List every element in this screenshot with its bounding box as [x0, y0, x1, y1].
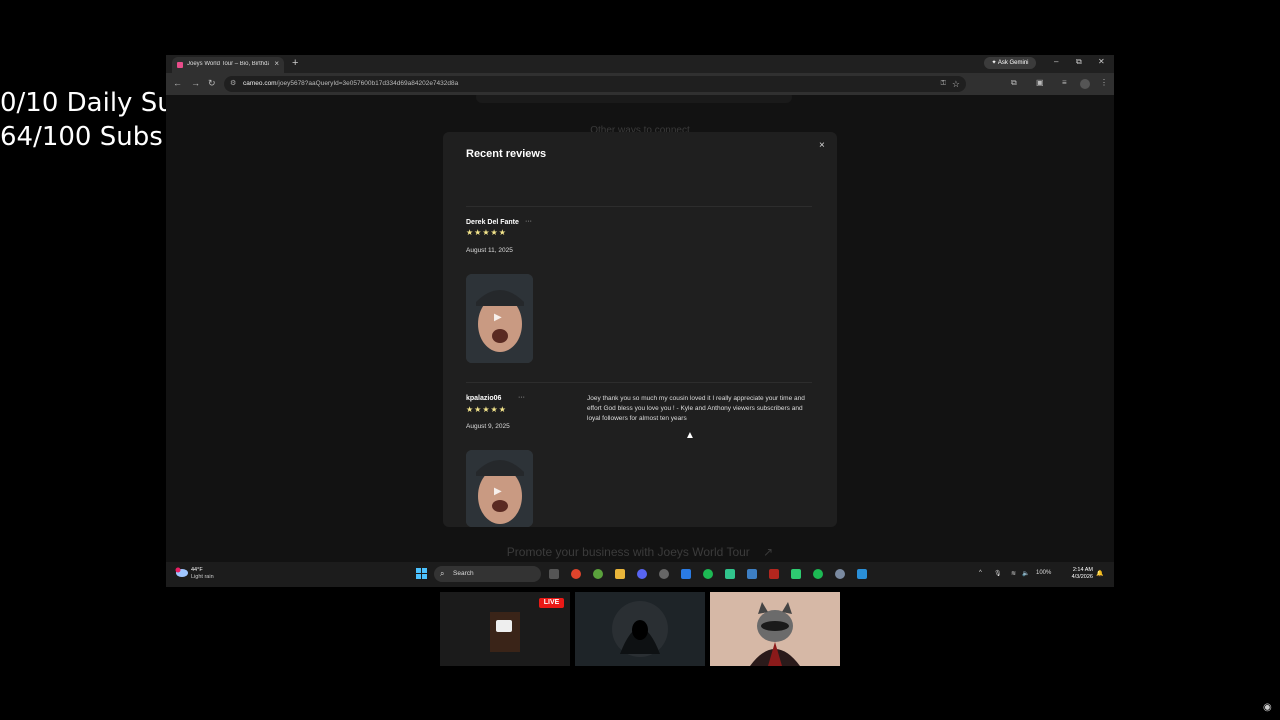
site-info-icon[interactable]: ⚙ — [230, 76, 236, 92]
search-icon: ⌕ — [440, 569, 445, 578]
vscode-icon[interactable] — [681, 569, 691, 579]
play-icon[interactable]: ▶ — [494, 486, 502, 497]
review-video-thumbnail[interactable]: ▶ — [466, 274, 533, 363]
raccoon-icon — [750, 602, 800, 666]
review-date: August 9, 2025 — [466, 423, 510, 430]
reviewer-name[interactable]: Derek Del Fante — [466, 219, 519, 226]
steam-icon[interactable] — [747, 569, 757, 579]
windows-taskbar: 44°F Light rain ⌕ Search ^ 🎙 ≋ 🔈 100% 2:1… — [166, 562, 1114, 587]
tab-joeys-world-tour[interactable]: Joeys World Tour – Bio, Birthda × — [172, 57, 284, 73]
restore-button[interactable]: ⧉ — [1076, 57, 1082, 67]
modal-close-button[interactable]: × — [819, 140, 825, 151]
file-explorer-icon[interactable] — [615, 569, 625, 579]
battery-percent[interactable]: 100% — [1036, 570, 1051, 576]
cameo-favicon-icon — [177, 62, 183, 68]
tray-expand-icon[interactable]: ^ — [979, 570, 982, 576]
live-badge: LIVE — [539, 598, 564, 608]
sidebar-icon[interactable]: ▣ — [1036, 78, 1044, 87]
rain-cloud-icon[interactable] — [175, 567, 189, 579]
reviewer-name[interactable]: kpalazio06 — [466, 395, 501, 402]
bookmark-star-icon[interactable]: ☆ — [952, 76, 960, 92]
reviews-list[interactable]: . . . . . Derek Del Fante ··· ★★★★★ Augu… — [443, 172, 837, 527]
bg-promote-link: Promote your business with Joeys World T… — [506, 545, 774, 559]
password-key-icon[interactable]: ⚿ — [941, 76, 946, 92]
record-indicator-icon: ◉ — [1263, 702, 1272, 713]
cast-icon[interactable]: ≡ — [1062, 78, 1067, 87]
new-tab-button[interactable]: + — [292, 57, 298, 69]
spotify-icon[interactable] — [703, 569, 713, 579]
mouse-cursor-icon: ▲ — [685, 430, 695, 441]
app-icon[interactable] — [791, 569, 801, 579]
browser-toolbar: ← → ↻ ⚙ cameo.com/joey5678?aaQueryId=3e0… — [166, 73, 1114, 95]
minimize-button[interactable]: – — [1054, 57, 1058, 66]
stream-preview-cam: LIVE — [440, 592, 570, 666]
tab-close-button[interactable]: × — [274, 59, 279, 68]
forward-button[interactable]: → — [191, 78, 200, 88]
windows-start-icon[interactable] — [416, 568, 428, 580]
weather-condition[interactable]: Light rain — [191, 574, 214, 580]
game-app-icon[interactable] — [769, 569, 779, 579]
review-stars: ★★★★★ — [466, 405, 507, 414]
tab-bar: Joeys World Tour – Bio, Birthda × + ✦ As… — [166, 55, 1114, 73]
mic-icon[interactable]: 🎙 — [994, 570, 1002, 577]
modal-title: Recent reviews — [466, 148, 547, 160]
task-view-icon[interactable] — [549, 569, 559, 579]
chrome-icon[interactable] — [571, 569, 581, 579]
monitor-icon — [496, 620, 512, 632]
review-text: Joey thank you so much my cousin loved i… — [587, 395, 805, 422]
settings-icon[interactable] — [835, 569, 845, 579]
back-button[interactable]: ← — [173, 78, 182, 88]
review-date: August 11, 2025 — [466, 247, 513, 254]
address-bar[interactable]: ⚙ cameo.com/joey5678?aaQueryId=3e057600b… — [224, 76, 966, 92]
play-icon[interactable]: ▶ — [494, 312, 502, 323]
extensions-icon[interactable]: ⧉ — [1011, 78, 1017, 88]
reload-button[interactable]: ↻ — [208, 78, 216, 89]
review-stars: ★★★★★ — [466, 228, 507, 237]
subs-counter: 64/100 Subs — [0, 122, 163, 152]
review-more-button[interactable]: ··· — [518, 394, 525, 401]
bg-pill — [476, 95, 792, 103]
browser-window: Joeys World Tour – Bio, Birthda × + ✦ As… — [166, 55, 1114, 587]
volume-icon[interactable]: 🔈 — [1022, 570, 1029, 577]
ask-gemini-button[interactable]: ✦ Ask Gemini — [984, 57, 1036, 69]
review-divider — [466, 382, 812, 383]
menu-icon[interactable]: ⋮ — [1100, 78, 1108, 87]
taskbar-clock[interactable]: 2:14 AM 4/3/2026 — [1061, 567, 1093, 581]
review-more-button[interactable]: ··· — [525, 218, 532, 225]
hooded-avatar-cam — [575, 592, 705, 666]
profile-avatar[interactable] — [1080, 79, 1090, 89]
url-text: cameo.com/joey5678?aaQueryId=3e057600b17… — [243, 80, 459, 87]
wifi-icon[interactable]: ≋ — [1011, 570, 1016, 577]
tab-title: Joeys World Tour – Bio, Birthda — [187, 61, 269, 67]
raccoon-avatar-cam — [710, 592, 840, 666]
snipping-tool-icon[interactable] — [857, 569, 867, 579]
play-store-icon[interactable] — [725, 569, 735, 579]
weather-temp[interactable]: 44°F — [191, 567, 203, 573]
obs-icon[interactable] — [659, 569, 669, 579]
hooded-figure-icon — [612, 601, 668, 657]
page-content: Other ways to connect Promote your busin… — [166, 95, 1114, 562]
external-arrow-icon: ↗ — [763, 545, 774, 559]
app-icon[interactable] — [813, 569, 823, 579]
xbox-icon[interactable] — [593, 569, 603, 579]
taskbar-search[interactable]: ⌕ Search — [434, 566, 541, 582]
reviews-modal: Recent reviews × . . . . . Derek Del Fan… — [443, 132, 837, 527]
review-video-thumbnail[interactable]: ▶ — [466, 450, 533, 527]
review-divider — [466, 206, 812, 207]
preview-frame-icon — [490, 612, 520, 652]
discord-icon[interactable] — [637, 569, 647, 579]
close-window-button[interactable]: ✕ — [1098, 57, 1105, 66]
notification-bell-icon[interactable]: 🔔 — [1096, 570, 1103, 577]
